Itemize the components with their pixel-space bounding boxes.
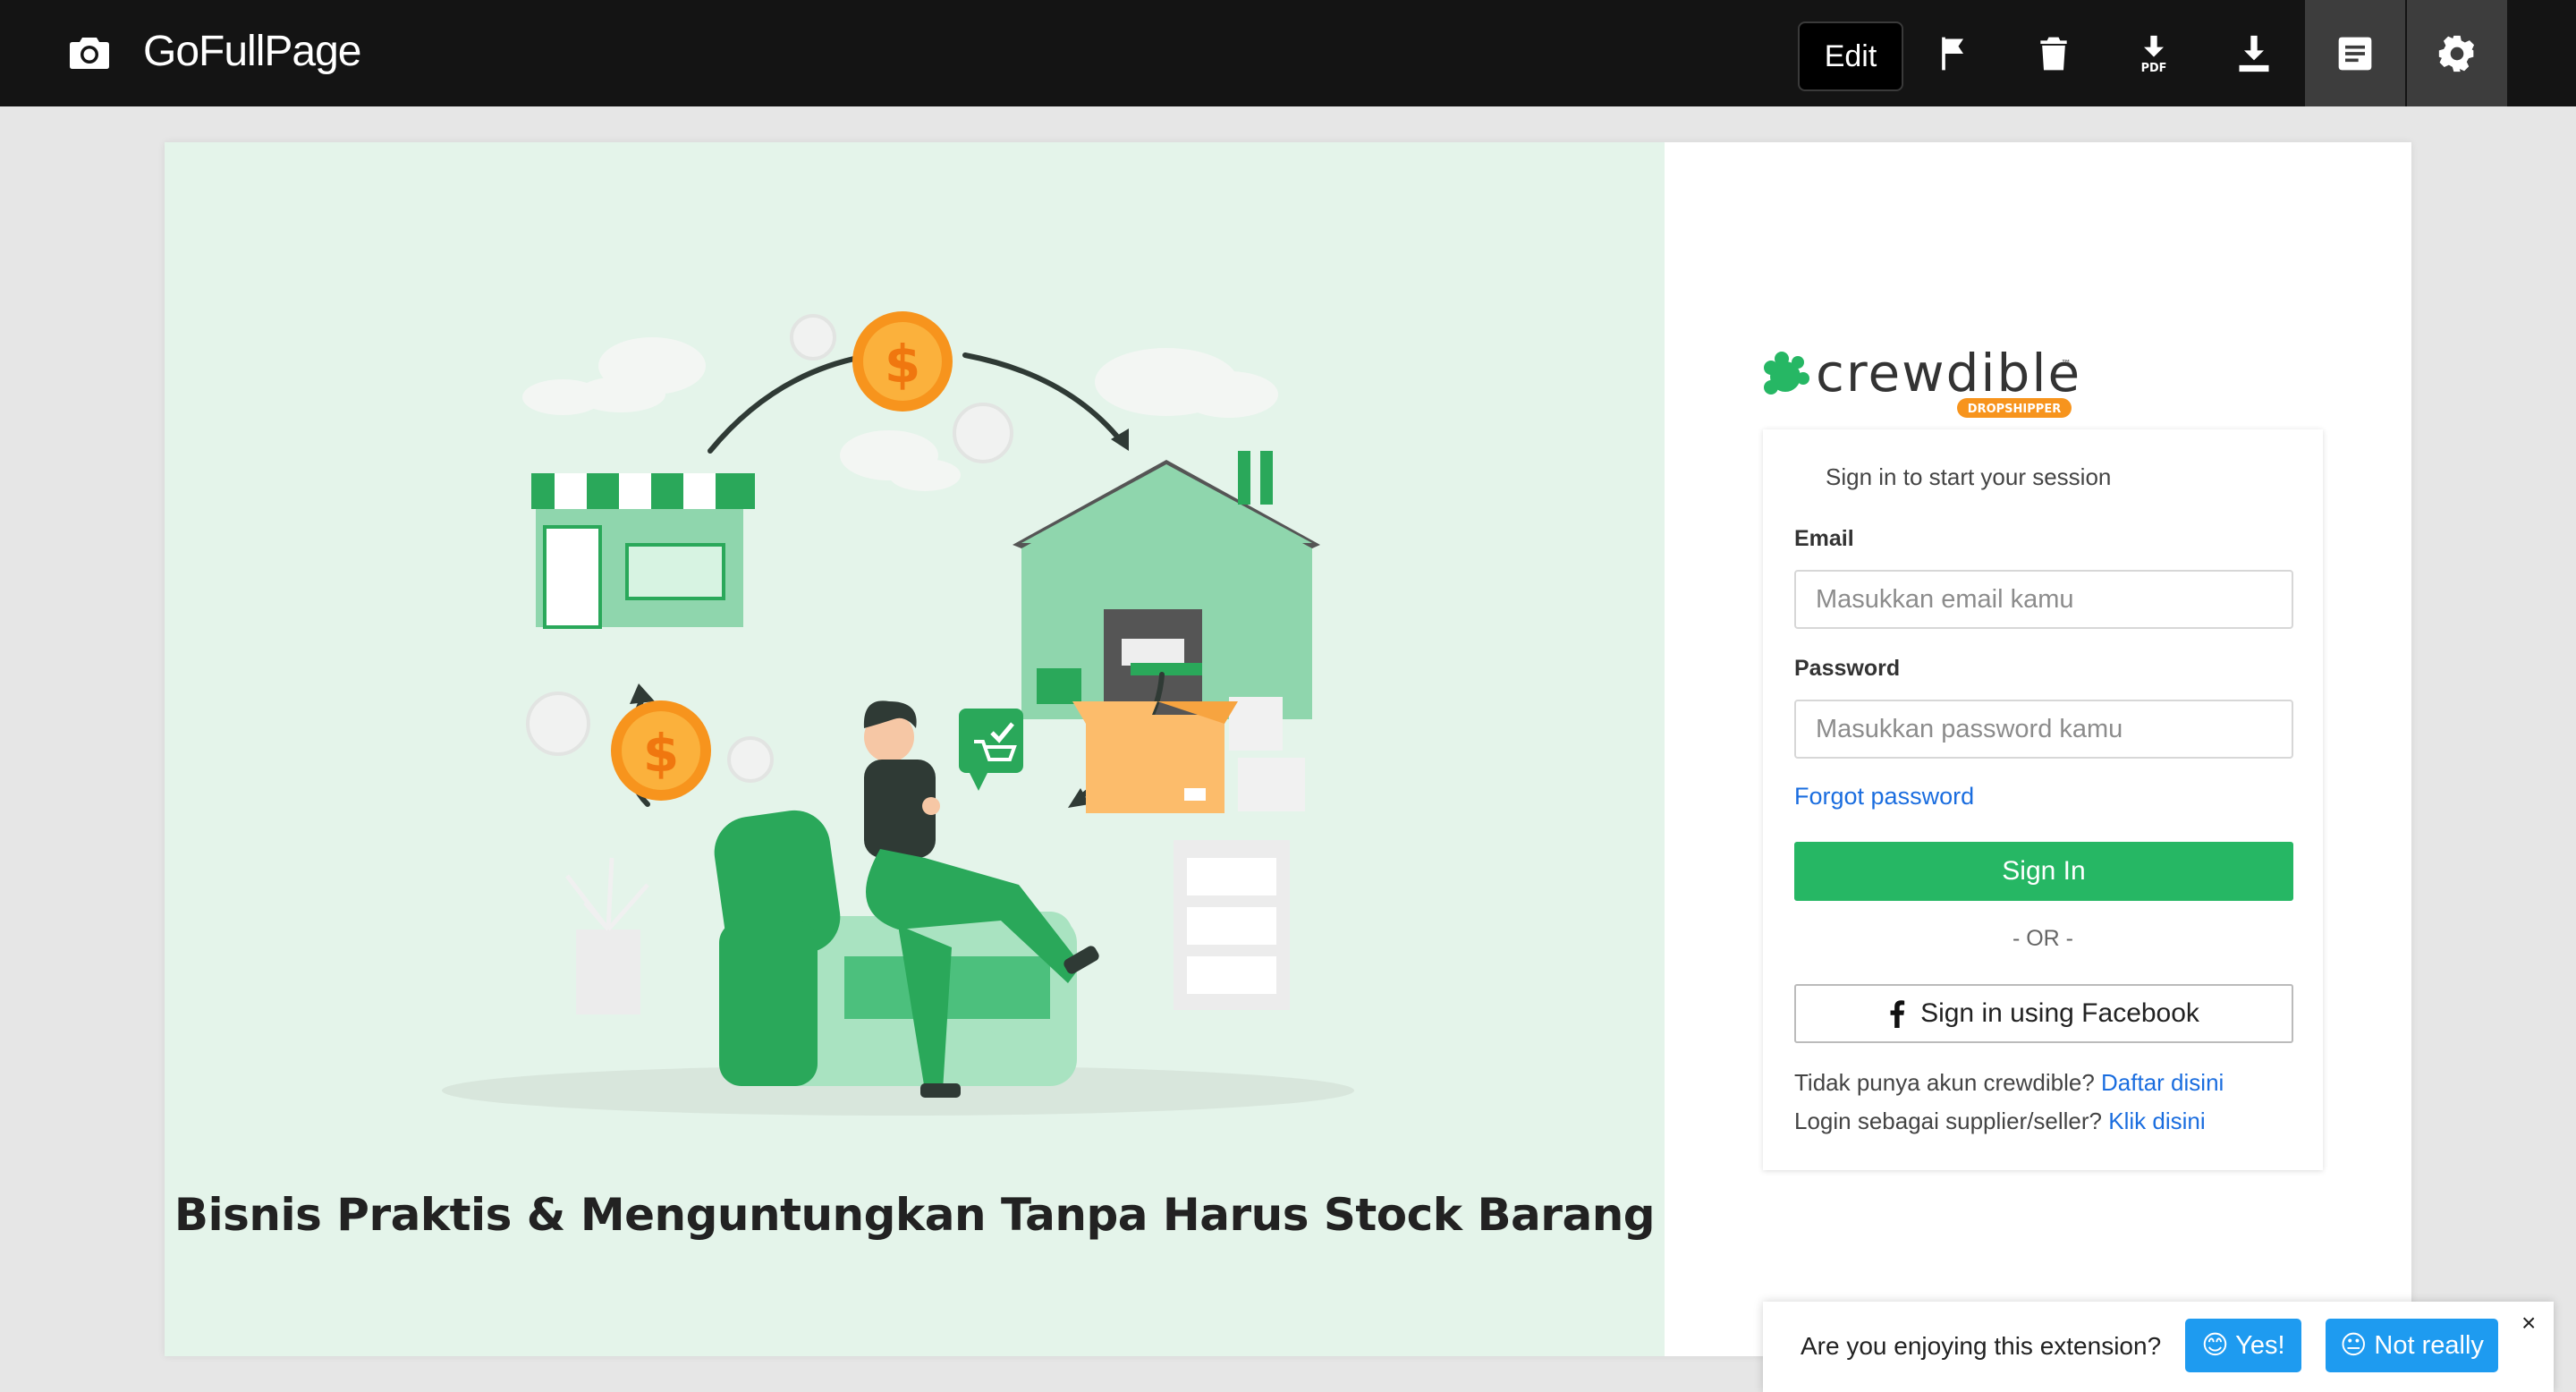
- download-pdf-icon: PDF: [2141, 35, 2167, 73]
- forgot-password-link[interactable]: Forgot password: [1794, 783, 1974, 811]
- captured-page: $ $ Bisnis Praktis & Menguntungkan Tanpa…: [165, 142, 2411, 1356]
- hero-panel: $ $ Bisnis Praktis & Menguntungkan Tanpa…: [165, 142, 1665, 1356]
- notes-icon: [2338, 37, 2372, 70]
- settings-button[interactable]: [2407, 0, 2507, 106]
- feedback-yes-button[interactable]: 😊 Yes!: [2185, 1319, 2301, 1372]
- svg-text:$: $: [643, 723, 679, 784]
- pdf-label: PDF: [2141, 62, 2167, 73]
- top-toolbar: GoFullPage Edit PDF: [0, 0, 2576, 106]
- facebook-button-label: Sign in using Facebook: [1920, 998, 2199, 1028]
- flag-icon: [1942, 37, 1963, 70]
- flag-button[interactable]: [1903, 0, 2004, 106]
- feedback-no-button[interactable]: 😐 Not really: [2326, 1319, 2498, 1372]
- logo-trademark: ™: [2061, 358, 2072, 370]
- register-link[interactable]: Daftar disini: [2101, 1069, 2224, 1096]
- warehouse-building: [1013, 451, 1320, 719]
- notes-button[interactable]: [2305, 0, 2405, 106]
- edit-button[interactable]: Edit: [1798, 21, 1903, 91]
- logo-wordmark: crewdible: [1816, 343, 2080, 403]
- hero-illustration: $ $: [442, 311, 1354, 1116]
- login-card: Sign in to start your session Email Pass…: [1763, 429, 2323, 1170]
- logo-badge: DROPSHIPPER: [1968, 403, 2061, 416]
- supplier-note: Login sebagai supplier/seller? Klik disi…: [1794, 1108, 2206, 1135]
- svg-text:$: $: [885, 334, 920, 395]
- feedback-question: Are you enjoying this extension?: [1801, 1332, 2162, 1360]
- logo-mark: [1764, 352, 1809, 395]
- crewdible-logo: crewdible ™ DROPSHIPPER: [1764, 343, 2080, 418]
- supplier-prompt: Login sebagai supplier/seller?: [1794, 1108, 2103, 1134]
- hero-caption: Bisnis Praktis & Menguntungkan Tanpa Har…: [174, 1189, 1656, 1241]
- email-field[interactable]: [1794, 570, 2293, 629]
- download-icon: [2239, 35, 2269, 72]
- email-label: Email: [1794, 526, 1854, 551]
- app-title: GoFullPage: [143, 28, 361, 75]
- register-note: Tidak punya akun crewdible? Daftar disin…: [1794, 1069, 2224, 1097]
- register-prompt: Tidak punya akun crewdible?: [1794, 1069, 2095, 1096]
- facebook-sign-in-button[interactable]: Sign in using Facebook: [1794, 984, 2293, 1043]
- plant: [565, 857, 649, 1014]
- shop-building: [531, 473, 755, 629]
- facebook-icon: [1890, 1000, 1905, 1028]
- camera-icon[interactable]: [70, 34, 109, 70]
- close-icon[interactable]: ×: [2521, 1309, 2536, 1337]
- delete-button[interactable]: [2004, 0, 2104, 106]
- cart-bubble: [959, 709, 1023, 791]
- download-pdf-button[interactable]: PDF: [2104, 0, 2204, 106]
- gear-icon: [2438, 35, 2475, 72]
- login-message: Sign in to start your session: [1826, 463, 2112, 490]
- shelf: [1174, 840, 1290, 1010]
- trash-icon: [2040, 37, 2067, 70]
- or-divider: - OR -: [2012, 926, 2074, 951]
- supplier-link[interactable]: Klik disini: [2108, 1108, 2205, 1134]
- sign-in-button[interactable]: Sign In: [1794, 842, 2293, 901]
- download-button[interactable]: [2204, 0, 2304, 106]
- password-field[interactable]: [1794, 700, 2293, 759]
- password-label: Password: [1794, 656, 1901, 681]
- feedback-prompt: Are you enjoying this extension? 😊 Yes! …: [1763, 1302, 2554, 1392]
